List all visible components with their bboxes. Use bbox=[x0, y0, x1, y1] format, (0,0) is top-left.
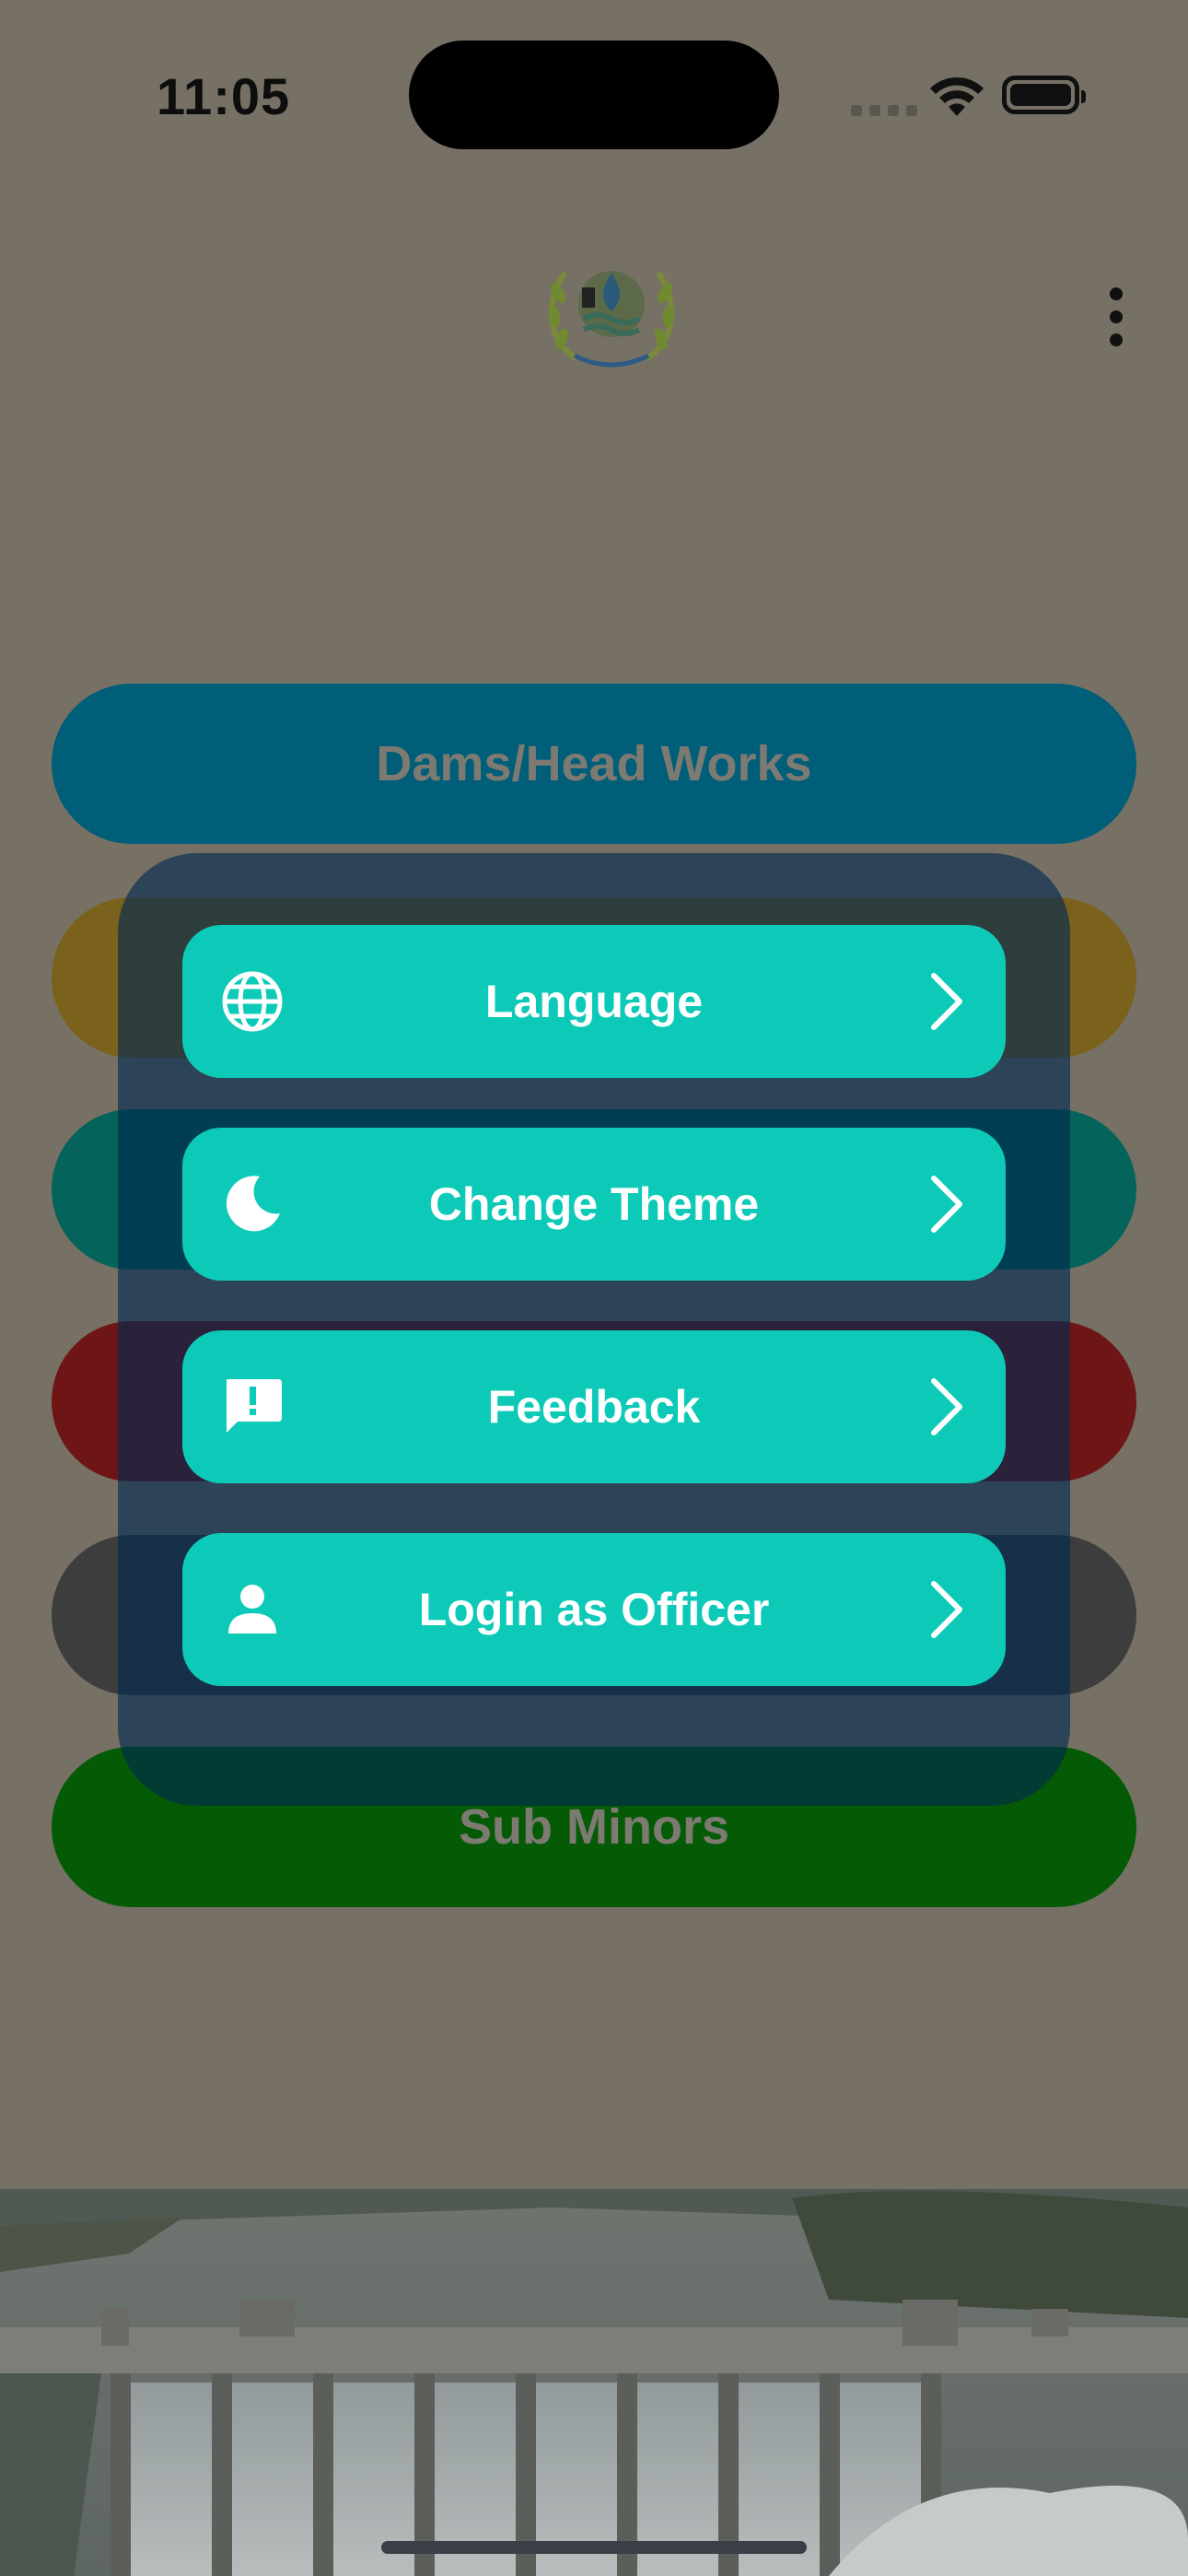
settings-popup: Language Change Theme Feedback Login as … bbox=[118, 853, 1070, 1806]
language-label: Language bbox=[484, 976, 704, 1027]
battery-icon bbox=[1002, 76, 1086, 114]
chevron-right-icon bbox=[931, 1176, 962, 1233]
dams-head-works-button[interactable]: Dams/Head Works bbox=[52, 684, 1136, 844]
login-officer-button[interactable]: Login as Officer bbox=[182, 1533, 1006, 1686]
chevron-right-icon bbox=[931, 1581, 962, 1638]
globe-icon bbox=[222, 971, 283, 1032]
dam-photo bbox=[0, 2189, 1188, 2576]
more-vertical-icon[interactable] bbox=[1100, 287, 1133, 346]
feedback-label: Feedback bbox=[487, 1381, 701, 1433]
moon-icon bbox=[226, 1176, 280, 1232]
login-officer-label: Login as Officer bbox=[418, 1584, 770, 1635]
dynamic-island bbox=[409, 41, 779, 149]
home-indicator[interactable] bbox=[381, 2541, 807, 2554]
chevron-right-icon bbox=[931, 973, 962, 1030]
status-time: 11:05 bbox=[157, 67, 291, 125]
change-theme-label: Change Theme bbox=[428, 1178, 760, 1230]
wifi-icon bbox=[930, 76, 984, 116]
person-icon bbox=[228, 1585, 276, 1633]
language-button[interactable]: Language bbox=[182, 925, 1006, 1078]
chevron-right-icon bbox=[931, 1378, 962, 1435]
cellular-signal-icon bbox=[851, 105, 917, 116]
department-emblem bbox=[548, 271, 675, 368]
feedback-button[interactable]: Feedback bbox=[182, 1330, 1006, 1483]
feedback-icon bbox=[227, 1379, 282, 1433]
change-theme-button[interactable]: Change Theme bbox=[182, 1128, 1006, 1281]
